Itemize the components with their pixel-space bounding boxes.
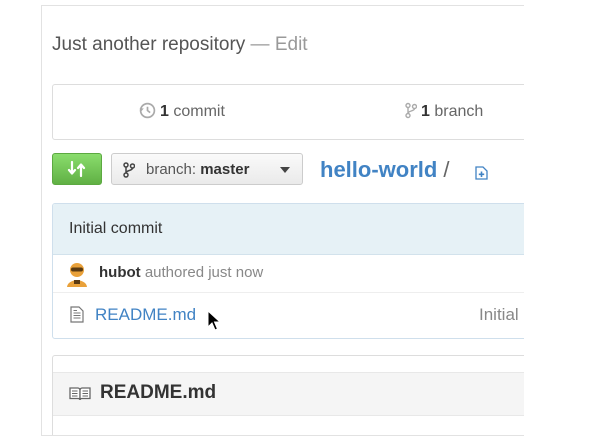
commits-count: 1 [160, 103, 169, 120]
avatar[interactable] [64, 261, 90, 287]
current-branch-name: master [200, 161, 250, 178]
branch-prefix: branch: [146, 161, 197, 178]
commits-label: commit [173, 103, 225, 120]
branch-select-label: branch: master [146, 161, 249, 178]
description-text: Just another repository [52, 34, 246, 55]
git-branch-icon [123, 162, 135, 178]
branches-count: 1 [421, 103, 430, 120]
repository-page: Just another repository — Edit 1 commit … [41, 5, 524, 436]
branch-select-button[interactable]: branch: master [111, 153, 303, 185]
author-name-link[interactable]: hubot [99, 264, 141, 281]
repository-name-link[interactable]: hello-world [320, 157, 437, 182]
readme-box: README.md [52, 355, 524, 435]
latest-commit-box: Initial commit hubot authored just now R… [52, 203, 524, 339]
branches-stat-link[interactable]: 1 branch [405, 102, 483, 121]
mouse-cursor-icon [207, 310, 221, 331]
repository-description: Just another repository — Edit [52, 34, 308, 56]
breadcrumb-separator: / [443, 157, 450, 182]
commit-author: hubot authored just now [99, 264, 263, 281]
commits-stat-link[interactable]: 1 commit [139, 102, 225, 121]
description-dash: — [250, 34, 270, 55]
readme-header: README.md [53, 372, 524, 416]
repository-stats-bar: 1 commit 1 branch [52, 84, 524, 140]
chevron-down-icon [280, 167, 290, 173]
new-file-icon[interactable] [475, 166, 488, 180]
edit-description-link[interactable]: Edit [275, 34, 308, 55]
compare-icon [67, 161, 86, 177]
branches-label: branch [434, 103, 484, 120]
book-icon [69, 387, 91, 401]
file-name-link[interactable]: README.md [95, 305, 196, 325]
commit-action: authored just now [144, 264, 264, 281]
commit-message-link[interactable]: Initial commit [69, 220, 162, 238]
breadcrumb: hello-world / [320, 157, 488, 183]
git-branch-icon [405, 102, 418, 119]
file-row[interactable]: README.md Initial [53, 293, 524, 338]
history-icon [139, 102, 156, 119]
compare-button[interactable] [52, 153, 102, 185]
file-text-icon [70, 306, 84, 323]
readme-title: README.md [100, 382, 217, 403]
commit-header: Initial commit [53, 204, 524, 255]
file-commit-message[interactable]: Initial [479, 305, 519, 325]
commit-meta: hubot authored just now [53, 255, 524, 293]
